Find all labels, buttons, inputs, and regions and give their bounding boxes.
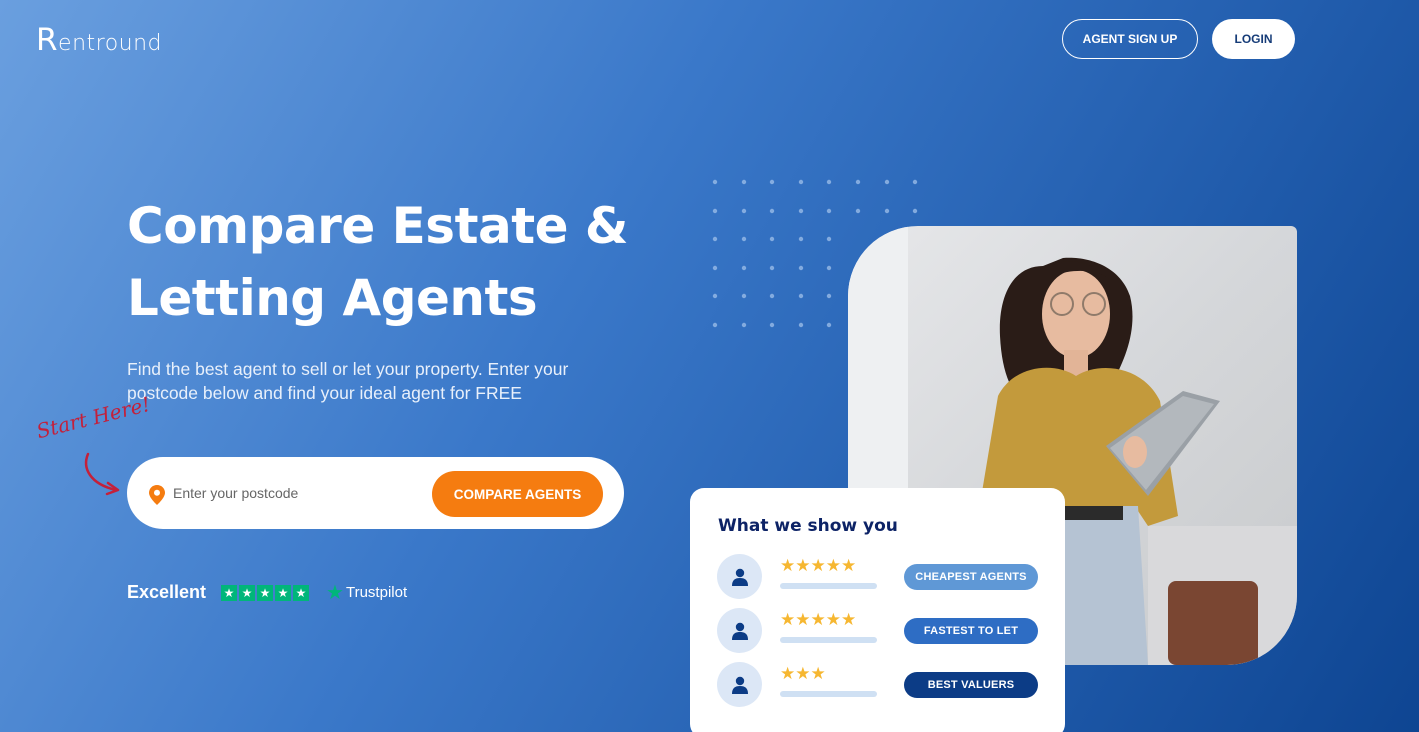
rating-text: Excellent bbox=[127, 582, 207, 602]
placeholder-bar bbox=[780, 691, 877, 697]
user-avatar-icon bbox=[717, 662, 762, 707]
logo-text: entround bbox=[58, 31, 163, 56]
star-icon: ★ bbox=[257, 584, 274, 601]
list-item: ★★★ BEST VALUERS bbox=[717, 662, 1047, 708]
hero-subtitle: Find the best agent to sell or let your … bbox=[127, 359, 569, 403]
curved-arrow-icon bbox=[84, 452, 120, 496]
location-pin-icon bbox=[149, 485, 165, 505]
star-rating: ★★★ bbox=[780, 664, 826, 683]
hero-title-line1: Compare Estate & bbox=[127, 197, 629, 255]
placeholder-bar bbox=[780, 637, 877, 643]
placeholder-bar bbox=[780, 583, 877, 589]
star-rating: ★★★★★ bbox=[780, 610, 857, 629]
list-item: ★★★★★ CHEAPEST AGENTS bbox=[717, 554, 1047, 600]
user-avatar-icon bbox=[717, 608, 762, 653]
hero-title-line2: Letting Agents bbox=[127, 269, 538, 327]
hero-title: Compare Estate & Letting Agents bbox=[127, 190, 687, 334]
star-icon: ★ bbox=[221, 584, 238, 601]
star-rating: ★★★★★ bbox=[780, 556, 857, 575]
star-icon: ★ bbox=[239, 584, 256, 601]
star-icon: ★ bbox=[275, 584, 292, 601]
list-item: ★★★★★ FASTEST TO LET bbox=[717, 608, 1047, 654]
logo-letter: R bbox=[36, 22, 59, 58]
login-button[interactable]: LOGIN bbox=[1212, 19, 1295, 59]
trustpilot-star-icon: ★ bbox=[326, 581, 344, 604]
fastest-to-let-badge: FASTEST TO LET bbox=[904, 618, 1038, 644]
card-title: What we show you bbox=[718, 516, 898, 536]
trustpilot-brand: Trustpilot bbox=[345, 584, 408, 601]
start-here-callout: Start Here! bbox=[34, 391, 153, 444]
star-icon: ★ bbox=[293, 584, 310, 601]
trustpilot-stars: ★ ★ ★ ★ ★ bbox=[221, 584, 310, 601]
what-we-show-card: What we show you ★★★★★ CHEAPEST AGENTS ★… bbox=[690, 488, 1065, 732]
trustpilot-logo: ★ Trustpilot bbox=[326, 583, 407, 603]
compare-agents-button[interactable]: COMPARE AGENTS bbox=[432, 471, 603, 517]
postcode-search-bar: COMPARE AGENTS bbox=[127, 457, 624, 529]
postcode-input[interactable] bbox=[173, 479, 423, 507]
rentround-logo[interactable]: Rentround bbox=[36, 22, 162, 58]
trustpilot-rating[interactable]: Excellent ★ ★ ★ ★ ★ ★ Trustpilot bbox=[127, 582, 407, 603]
cheapest-agents-badge: CHEAPEST AGENTS bbox=[904, 564, 1038, 590]
user-avatar-icon bbox=[717, 554, 762, 599]
best-valuers-badge: BEST VALUERS bbox=[904, 672, 1038, 698]
agent-sign-up-button[interactable]: AGENT SIGN UP bbox=[1062, 19, 1198, 59]
